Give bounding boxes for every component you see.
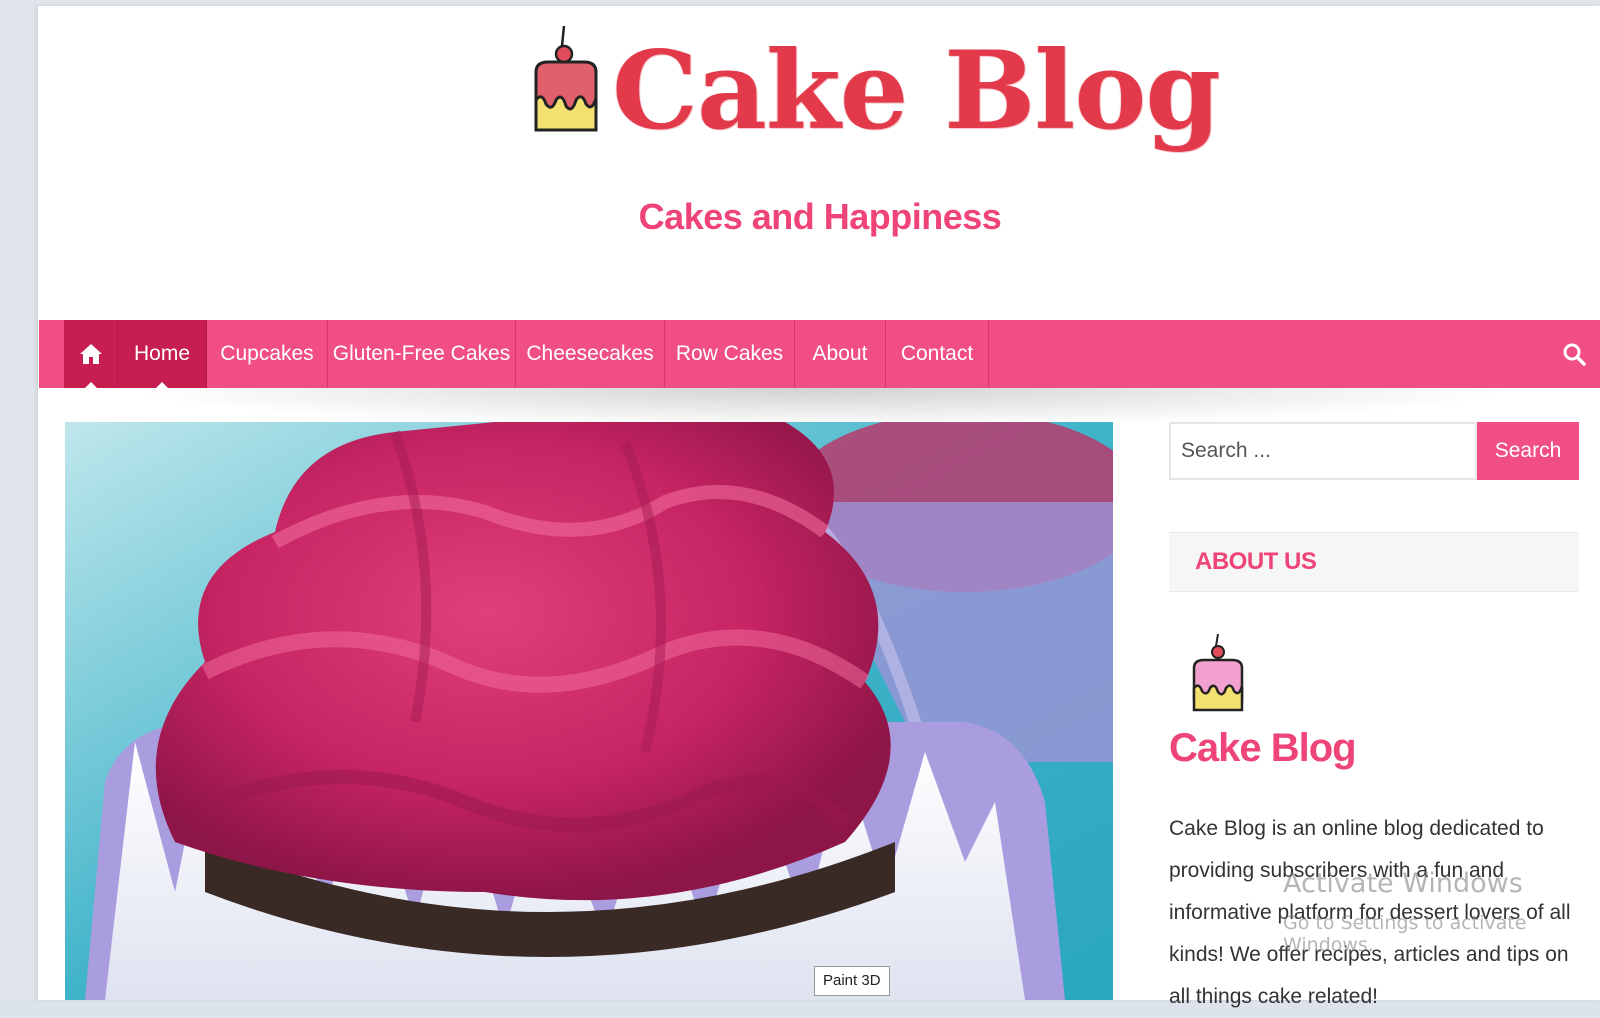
nav-item-label: Home [133,342,191,365]
nav-item-label: About [812,342,868,365]
nav-item-label: Gluten-Free Cakes [332,342,511,365]
site-header: Cake Blog [0,0,1600,180]
search-input[interactable]: Search ... [1169,422,1477,480]
nav-item-contact[interactable]: Contact [886,320,989,388]
active-caret [83,382,98,389]
nav-item-gluten-free-cakes[interactable]: Gluten-Free Cakes [328,320,516,388]
site-tagline: Cakes and Happiness [638,196,1002,237]
search-icon[interactable] [1562,342,1586,366]
about-us-widget-header: ABOUT US [1169,532,1579,592]
nav-item-cheesecakes[interactable]: Cheesecakes [516,320,665,388]
nav-item-row-cakes[interactable]: Row Cakes [665,320,795,388]
about-site-title: Cake Blog [1169,726,1357,770]
nav-item-label: Cheesecakes [526,342,654,365]
paint3d-tooltip: Paint 3D [814,966,890,996]
site-title-logo[interactable]: Cake Blog [612,16,1221,166]
search-button[interactable]: Search [1477,422,1579,480]
cupcake-illustration [65,422,1113,1000]
nav-item-home[interactable]: Home [118,320,207,389]
nav-item-label: Row Cakes [675,342,784,365]
nav-item-about[interactable]: About [795,320,886,388]
activate-windows-watermark: Activate Windows [1283,868,1523,899]
activate-windows-subtext: Go to Settings to activate Windows. [1283,912,1527,956]
cake-logo-small-icon [1192,633,1244,712]
browser-page: Cake Blog Cakes and Happiness Home Cupca… [0,0,1600,1008]
home-icon [80,344,102,364]
nav-item-label: Contact [900,342,974,365]
featured-cupcake-image[interactable] [65,422,1113,1000]
nav-home-button[interactable] [64,320,118,389]
main-nav: Home Cupcakes Gluten-Free Cakes Cheeseca… [39,320,1600,389]
about-us-heading: ABOUT US [1195,548,1317,575]
nav-item-cupcakes[interactable]: Cupcakes [207,320,328,388]
nav-item-label: Cupcakes [220,342,314,365]
cake-logo-icon[interactable] [528,20,604,138]
